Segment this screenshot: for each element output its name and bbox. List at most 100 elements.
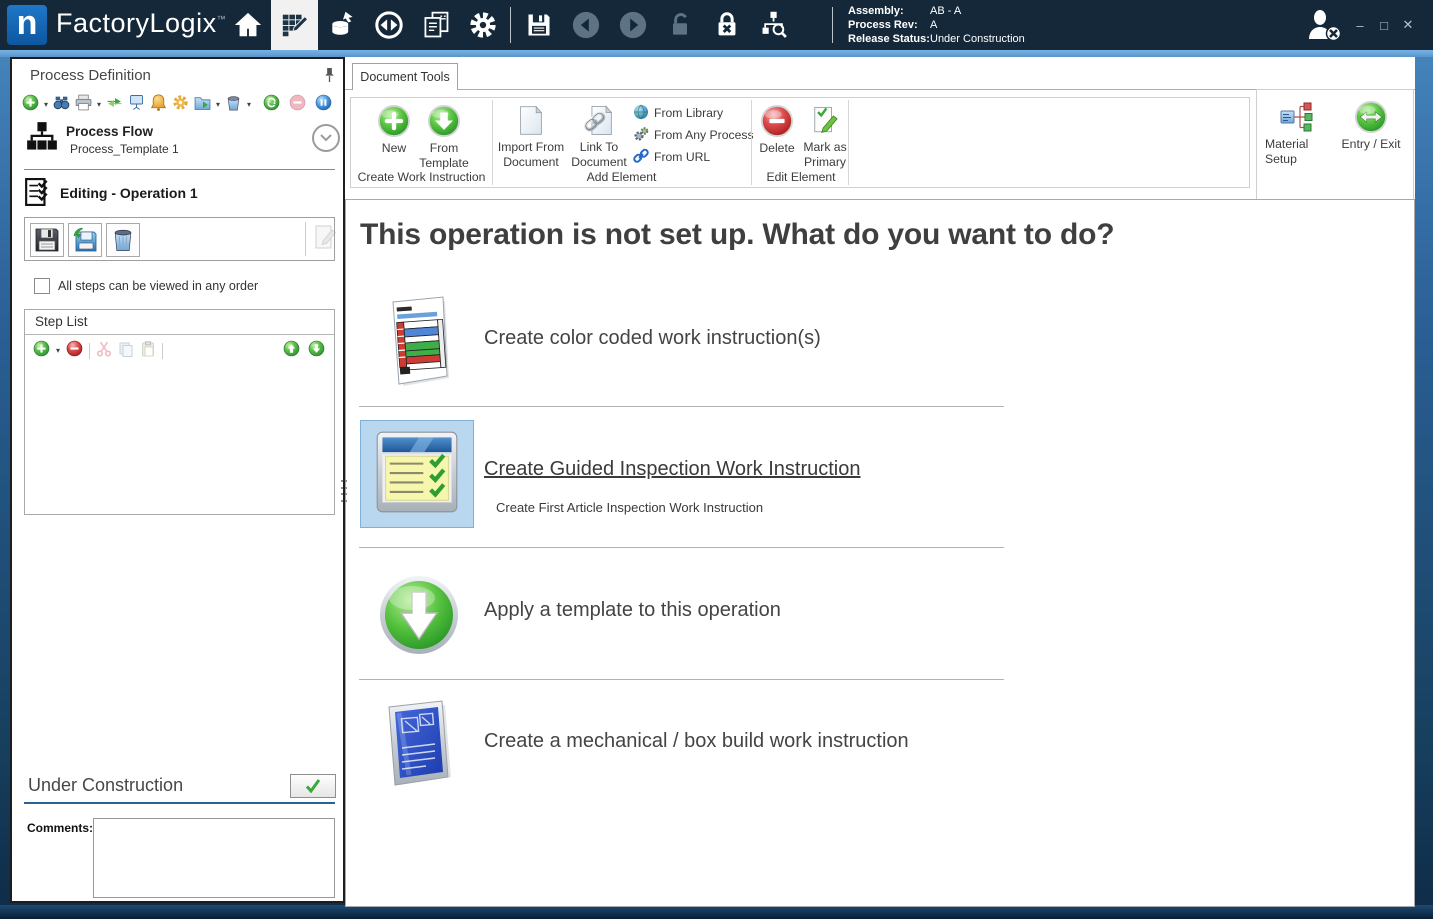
process-flow-subtitle[interactable]: Process_Template 1 (70, 142, 179, 156)
divider (25, 334, 334, 335)
option-mechanical-box-build[interactable]: Create a mechanical / box build work ins… (484, 730, 909, 753)
release-underline (24, 802, 335, 804)
green-download-circle-icon[interactable] (378, 574, 460, 661)
find-icon[interactable] (53, 94, 70, 116)
settings-gear-icon[interactable] (172, 94, 189, 116)
button-label: Entry / Exit (1335, 137, 1407, 152)
forward-icon[interactable] (609, 0, 656, 50)
process-flow-title[interactable]: Process Flow (66, 124, 153, 139)
discard-dropdown-caret[interactable]: ▾ (247, 101, 251, 109)
step-list-title: Step List (35, 314, 88, 329)
green-arrows-circle-icon (1335, 100, 1407, 134)
pin-icon[interactable] (322, 67, 337, 88)
delete-button[interactable]: Delete (755, 104, 799, 156)
close-button[interactable]: ✕ (1396, 17, 1420, 33)
documents-icon[interactable] (412, 0, 459, 50)
add-dropdown-caret[interactable]: ▾ (44, 101, 48, 109)
editing-title: Editing - Operation 1 (60, 185, 198, 201)
from-url-button[interactable]: From URL (633, 147, 710, 167)
refresh-icon[interactable] (263, 94, 280, 116)
add-step-icon[interactable] (33, 340, 50, 362)
edit-document-icon[interactable] (313, 224, 339, 257)
alert-bell-icon[interactable] (150, 94, 167, 116)
user-logout-icon[interactable] (1306, 9, 1344, 48)
print-icon[interactable] (75, 94, 92, 116)
splitter-grip[interactable] (341, 480, 347, 504)
order-checkbox-row[interactable]: All steps can be viewed in any order (34, 278, 258, 294)
link-to-document-button[interactable]: Link To Document (563, 104, 635, 170)
add-icon[interactable] (22, 94, 39, 116)
minimize-button[interactable]: – (1348, 18, 1372, 33)
panel-toolbar: ▾ ▾ ▾ ▾ (22, 95, 332, 115)
tab-document-tools[interactable]: Document Tools (352, 63, 458, 90)
process-search-icon[interactable] (750, 0, 797, 50)
mark-as-primary-button[interactable]: Mark as Primary (799, 104, 851, 170)
button-label: Mark as Primary (799, 140, 851, 170)
link-document-icon (563, 104, 635, 137)
publish-dropdown-caret[interactable]: ▾ (216, 101, 220, 109)
globe-icon (633, 104, 649, 123)
remove-icon[interactable] (289, 94, 306, 116)
option-guided-inspection-iconbox[interactable] (360, 420, 474, 528)
checkbox[interactable] (34, 278, 50, 294)
separator (305, 222, 306, 256)
toolbar-separator (510, 7, 511, 43)
move-up-icon[interactable] (283, 340, 300, 362)
window-frame-bottom (0, 905, 1433, 919)
unlock-icon[interactable] (656, 0, 703, 50)
home-icon[interactable] (224, 0, 271, 50)
save-icon[interactable] (515, 0, 562, 50)
presentation-icon[interactable] (128, 94, 145, 116)
pause-icon[interactable] (315, 94, 332, 116)
approve-button[interactable] (290, 774, 336, 798)
discard-bucket-icon[interactable] (225, 94, 242, 116)
option-first-article-link[interactable]: Create First Article Inspection Work Ins… (496, 500, 763, 515)
tab-baseline (345, 89, 1415, 90)
maximize-button[interactable]: □ (1372, 18, 1396, 33)
ribbon-right-box: Material Setup Entry / Exit (1256, 89, 1414, 200)
green-down-circle-icon (413, 104, 475, 138)
step-list-toolbar: ▾ (33, 340, 163, 362)
reorganize-icon[interactable] (106, 94, 123, 116)
button-label: Import From Document (489, 140, 573, 170)
move-down-icon[interactable] (308, 340, 325, 362)
from-any-process-button[interactable]: From Any Process (633, 125, 754, 145)
blueprint-icon[interactable] (381, 699, 457, 794)
divider (359, 547, 1004, 548)
entry-exit-button[interactable]: Entry / Exit (1335, 100, 1407, 152)
red-minus-circle-icon (755, 104, 799, 138)
window-controls: – □ ✕ (1348, 0, 1420, 50)
design-icon[interactable] (271, 0, 318, 50)
material-icon[interactable] (318, 0, 365, 50)
sync-icon[interactable] (365, 0, 412, 50)
import-from-document-button[interactable]: Import From Document (489, 104, 573, 170)
back-icon[interactable] (562, 0, 609, 50)
lock-x-icon[interactable] (703, 0, 750, 50)
comments-input[interactable] (93, 818, 335, 898)
print-dropdown-caret[interactable]: ▾ (97, 101, 101, 109)
collapse-chevron-icon[interactable] (312, 124, 340, 152)
save-icon[interactable] (30, 223, 64, 257)
paste-icon[interactable] (140, 341, 156, 362)
copy-icon[interactable] (118, 341, 134, 362)
from-template-button[interactable]: From Template (413, 104, 475, 171)
option-guided-inspection-link[interactable]: Create Guided Inspection Work Instructio… (484, 458, 860, 481)
color-coded-sheet-icon[interactable] (381, 294, 457, 393)
checklist-icon (24, 178, 52, 211)
publish-folder-icon[interactable] (194, 94, 211, 116)
save-import-icon[interactable] (68, 223, 102, 257)
add-step-dropdown-caret[interactable]: ▾ (56, 347, 60, 355)
material-setup-button[interactable]: Material Setup (1265, 100, 1325, 167)
gear-icon[interactable] (459, 0, 506, 50)
release-status-title: Under Construction (28, 775, 183, 796)
cut-icon[interactable] (96, 341, 112, 362)
remove-step-icon[interactable] (66, 340, 83, 362)
assembly-label: Assembly: (848, 4, 930, 18)
trash-icon[interactable] (106, 223, 140, 257)
option-color-coded[interactable]: Create color coded work instruction(s) (484, 327, 821, 350)
release-status-label: Release Status: (848, 32, 930, 46)
from-library-button[interactable]: From Library (633, 103, 723, 123)
button-label: From Library (654, 106, 723, 120)
group-label: Edit Element (751, 170, 851, 184)
option-apply-template[interactable]: Apply a template to this operation (484, 599, 781, 622)
